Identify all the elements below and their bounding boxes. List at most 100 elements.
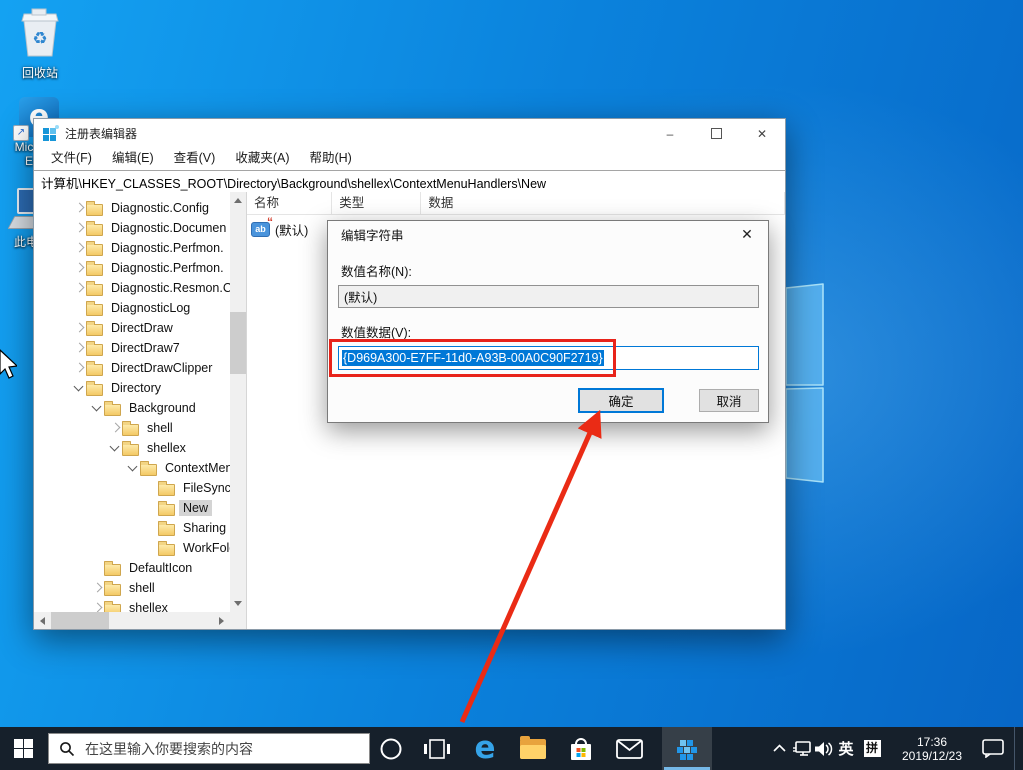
tree-vertical-scrollbar[interactable] xyxy=(230,192,246,612)
tree-item[interactable]: Directory xyxy=(34,378,230,398)
close-button[interactable]: ✕ xyxy=(739,119,785,148)
expand-icon[interactable] xyxy=(90,601,104,612)
tree-item[interactable]: shell xyxy=(34,418,230,438)
expand-icon[interactable] xyxy=(72,321,86,335)
tree-item[interactable]: DirectDrawClipper xyxy=(34,358,230,378)
expand-icon[interactable] xyxy=(72,341,86,355)
expand-icon[interactable] xyxy=(90,581,104,595)
tree-item[interactable]: Sharing xyxy=(34,518,230,538)
tree-item[interactable]: shellex xyxy=(34,598,230,612)
tree-item[interactable]: Background xyxy=(34,398,230,418)
taskbar-search-box[interactable]: 在这里输入你要搜索的内容 xyxy=(48,733,370,764)
column-header[interactable]: 数据 xyxy=(421,192,785,214)
ok-button[interactable]: 确定 xyxy=(578,388,664,413)
annotation-red-box xyxy=(329,339,616,377)
collapse-icon[interactable] xyxy=(72,381,86,395)
scroll-down-icon[interactable] xyxy=(230,595,246,612)
speaker-icon xyxy=(814,740,833,758)
start-button[interactable] xyxy=(0,727,48,770)
folder-icon xyxy=(86,304,103,316)
desktop-icon-recycle-bin[interactable]: ♻ 回收站 xyxy=(8,8,72,80)
clock-date: 2019/12/23 xyxy=(902,749,962,763)
regedit-icon xyxy=(676,738,698,760)
taskbar-regedit-button-active[interactable] xyxy=(662,727,712,770)
dialog-close-icon[interactable]: ✕ xyxy=(732,223,762,245)
tray-language-indicator[interactable]: 英 xyxy=(834,727,858,770)
tray-action-center-button[interactable] xyxy=(976,727,1010,770)
menu-item[interactable]: 编辑(E) xyxy=(102,148,164,169)
minimize-button[interactable]: – xyxy=(647,119,693,148)
expand-icon[interactable] xyxy=(72,261,86,275)
tree-item[interactable]: WorkFolders xyxy=(34,538,230,558)
scrollbar-thumb[interactable] xyxy=(230,312,246,374)
tray-volume-button[interactable] xyxy=(812,727,834,770)
windows-logo-icon xyxy=(14,739,34,759)
tree-horizontal-scrollbar[interactable] xyxy=(34,612,230,629)
menu-item[interactable]: 帮助(H) xyxy=(299,148,361,169)
scroll-up-icon[interactable] xyxy=(230,192,246,209)
menu-item[interactable]: 文件(F) xyxy=(41,148,102,169)
scroll-left-icon[interactable] xyxy=(34,612,51,629)
menu-item[interactable]: 收藏夹(A) xyxy=(225,148,299,169)
column-header[interactable]: 类型 xyxy=(332,192,421,214)
expand-icon[interactable] xyxy=(72,361,86,375)
tray-clock[interactable]: 17:36 2019/12/23 xyxy=(892,727,972,770)
tray-network-button[interactable] xyxy=(790,727,814,770)
value-name-field[interactable] xyxy=(338,285,759,308)
tree-item[interactable]: DirectDraw xyxy=(34,318,230,338)
collapse-icon[interactable] xyxy=(108,441,122,455)
tree-item[interactable]: Diagnostic.Documen xyxy=(34,218,230,238)
scroll-right-icon[interactable] xyxy=(213,612,230,629)
collapse-icon[interactable] xyxy=(126,461,140,475)
tree-item[interactable]: ContextMenuHandlers xyxy=(34,458,230,478)
folder-icon xyxy=(86,324,103,336)
expand-icon[interactable] xyxy=(72,281,86,295)
dialog-titlebar[interactable]: 编辑字符串 ✕ xyxy=(328,221,768,247)
folder-icon xyxy=(158,544,175,556)
expand-icon[interactable] xyxy=(72,241,86,255)
tree-item[interactable]: shellex xyxy=(34,438,230,458)
value-name: (默认) xyxy=(275,220,308,239)
menu-item[interactable]: 查看(V) xyxy=(164,148,226,169)
menubar: 文件(F)编辑(E)查看(V)收藏夹(A)帮助(H) xyxy=(34,148,785,170)
tree-item-label: FileSyncEx xyxy=(179,480,230,496)
tray-show-hidden-icons-button[interactable] xyxy=(768,727,790,770)
folder-icon xyxy=(158,504,175,516)
tree-item[interactable]: Diagnostic.Perfmon. xyxy=(34,258,230,278)
mail-icon xyxy=(616,739,643,759)
folder-icon xyxy=(158,484,175,496)
address-bar[interactable]: 计算机\HKEY_CLASSES_ROOT\Directory\Backgrou… xyxy=(34,170,785,194)
column-header[interactable]: 名称 xyxy=(247,192,332,214)
regedit-titlebar[interactable]: 注册表编辑器 – ✕ xyxy=(34,119,785,148)
expand-icon[interactable] xyxy=(72,201,86,215)
tree-item[interactable]: DiagnosticLog xyxy=(34,298,230,318)
tree-item[interactable]: New xyxy=(34,498,230,518)
folder-icon xyxy=(86,384,103,396)
tree-item[interactable]: shell xyxy=(34,578,230,598)
taskbar-edge-button[interactable]: e xyxy=(463,727,507,770)
tree-item[interactable]: DirectDraw7 xyxy=(34,338,230,358)
tree-item-label: ContextMenuHandlers xyxy=(161,460,230,476)
scrollbar-thumb[interactable] xyxy=(51,612,109,629)
taskbar-mail-button[interactable] xyxy=(607,727,651,770)
tree-item[interactable]: FileSyncEx xyxy=(34,478,230,498)
expand-icon[interactable] xyxy=(108,421,122,435)
tree-item[interactable]: DefaultIcon xyxy=(34,558,230,578)
taskbar-file-explorer-button[interactable] xyxy=(511,727,555,770)
taskbar-cortana-button[interactable] xyxy=(369,727,413,770)
tree-item[interactable]: Diagnostic.Perfmon. xyxy=(34,238,230,258)
tree-item-label: shellex xyxy=(125,600,172,612)
folder-icon xyxy=(122,424,139,436)
expander-spacer xyxy=(144,541,158,555)
tray-ime-mode-button[interactable]: 拼 xyxy=(860,727,884,770)
taskbar-task-view-button[interactable] xyxy=(415,727,459,770)
shortcut-arrow-icon: ↗ xyxy=(13,125,29,141)
maximize-button[interactable] xyxy=(693,119,739,148)
tree-item[interactable]: Diagnostic.Config xyxy=(34,198,230,218)
tree-item[interactable]: Diagnostic.Resmon.C xyxy=(34,278,230,298)
expand-icon[interactable] xyxy=(72,221,86,235)
cancel-button[interactable]: 取消 xyxy=(699,389,759,412)
show-desktop-button[interactable] xyxy=(1014,727,1023,770)
taskbar-store-button[interactable] xyxy=(559,727,603,770)
collapse-icon[interactable] xyxy=(90,401,104,415)
